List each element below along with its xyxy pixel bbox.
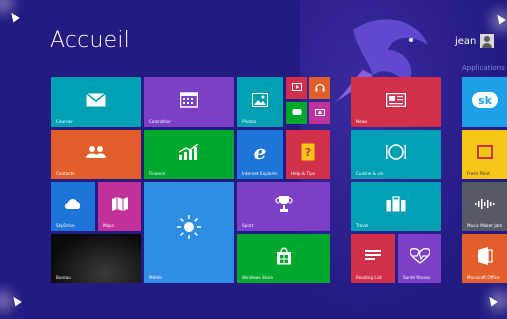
tile-sport[interactable]: Sport bbox=[237, 182, 330, 231]
tile-sante-fitness[interactable]: Santé fitness bbox=[398, 234, 441, 283]
tile-meteo[interactable]: Météo bbox=[144, 182, 234, 283]
tile-label: SkyDrive bbox=[56, 223, 75, 228]
tile-label: Sport bbox=[242, 223, 254, 228]
tile-finance[interactable]: Finance bbox=[144, 130, 234, 179]
skype-icon: sk bbox=[471, 90, 498, 110]
tile-windows-store[interactable]: Windows Store bbox=[237, 234, 330, 283]
plate-icon bbox=[384, 144, 408, 160]
tile-label: Internet Explorer bbox=[242, 171, 278, 176]
tile-contacts[interactable]: Contacts bbox=[51, 130, 141, 179]
store-bag-icon bbox=[276, 247, 292, 265]
tile-label: Travel bbox=[356, 223, 369, 228]
tile-label: Music Maker Jam bbox=[467, 223, 503, 228]
video-icon bbox=[291, 82, 302, 91]
tile-label: Maps bbox=[103, 223, 115, 228]
tile-label: News bbox=[356, 119, 368, 124]
photo-icon bbox=[252, 92, 268, 107]
avatar bbox=[480, 34, 495, 48]
sun-icon bbox=[176, 214, 202, 240]
tile-reading-list[interactable]: Reading List bbox=[351, 234, 395, 283]
tile-label: Reading List bbox=[356, 275, 382, 280]
tile-label: Bureau bbox=[56, 275, 71, 280]
tile-label: Fresh Paint bbox=[467, 171, 490, 176]
frame-icon bbox=[476, 145, 493, 160]
tile-label: Help & Tips bbox=[291, 171, 315, 176]
tile-video[interactable] bbox=[286, 77, 307, 99]
tile-music[interactable] bbox=[309, 77, 330, 99]
mouse-cursor-icon bbox=[8, 10, 20, 23]
headphones-icon bbox=[314, 82, 325, 92]
tile-news[interactable]: News bbox=[351, 77, 441, 127]
user-name: jean bbox=[455, 35, 477, 47]
help-icon: ? bbox=[301, 143, 315, 161]
soundwave-icon bbox=[474, 198, 496, 210]
tile-internet-explorer[interactable]: e Internet Explorer bbox=[237, 130, 283, 179]
map-icon bbox=[111, 197, 128, 212]
tile-help[interactable]: ? Help & Tips bbox=[286, 130, 330, 179]
apps-group-label: Applications A bbox=[462, 64, 507, 72]
tile-skydrive[interactable]: SkyDrive bbox=[51, 182, 95, 231]
tile-label: Calendrier bbox=[149, 119, 171, 124]
tile-label: Météo bbox=[149, 275, 162, 280]
svg-text:?: ? bbox=[305, 146, 311, 159]
tile-label: Photos bbox=[242, 119, 257, 124]
mail-icon bbox=[86, 92, 106, 107]
tile-games[interactable] bbox=[286, 102, 307, 124]
people-icon bbox=[85, 145, 107, 159]
cloud-icon bbox=[64, 198, 82, 210]
heartbeat-icon bbox=[409, 248, 430, 264]
user-account[interactable]: jean bbox=[455, 34, 495, 48]
tile-label: Finance bbox=[149, 171, 166, 176]
trophy-icon bbox=[274, 195, 293, 213]
camera-icon bbox=[314, 108, 325, 116]
tile-travel[interactable]: Travel bbox=[351, 182, 441, 231]
tile-label: Microsoft Office bbox=[467, 275, 500, 280]
tile-bureau[interactable]: Bureau bbox=[51, 234, 141, 283]
tile-cuisine[interactable]: Cuisine & vin bbox=[351, 130, 441, 179]
suitcase-icon bbox=[386, 196, 406, 212]
news-icon bbox=[386, 92, 406, 107]
tile-maps[interactable]: Maps bbox=[98, 182, 141, 231]
tile-skype[interactable]: sk bbox=[462, 77, 507, 127]
tile-photos[interactable]: Photos bbox=[237, 77, 283, 127]
ie-icon: e bbox=[253, 140, 267, 165]
calendar-icon bbox=[180, 91, 198, 108]
tile-label: Windows Store bbox=[242, 275, 274, 280]
tile-camera[interactable] bbox=[309, 102, 330, 124]
office-icon bbox=[477, 247, 493, 266]
svg-text:sk: sk bbox=[478, 94, 493, 107]
tile-calendrier[interactable]: Calendrier bbox=[144, 77, 234, 127]
tile-music-maker[interactable]: Music Maker Jam bbox=[462, 182, 507, 231]
tile-fresh-paint[interactable]: Fresh Paint bbox=[462, 130, 507, 179]
tile-label: Santé fitness bbox=[403, 275, 431, 280]
tile-courrier[interactable]: Courrier bbox=[51, 77, 141, 127]
tile-label: Cuisine & vin bbox=[356, 171, 384, 176]
list-icon bbox=[365, 249, 381, 263]
tile-office[interactable]: Microsoft Office bbox=[462, 234, 507, 283]
tile-label: Contacts bbox=[56, 171, 75, 176]
gamepad-icon bbox=[292, 108, 302, 116]
page-title: Accueil bbox=[50, 28, 130, 53]
tile-label: Courrier bbox=[56, 119, 73, 124]
chart-up-icon bbox=[178, 144, 200, 161]
